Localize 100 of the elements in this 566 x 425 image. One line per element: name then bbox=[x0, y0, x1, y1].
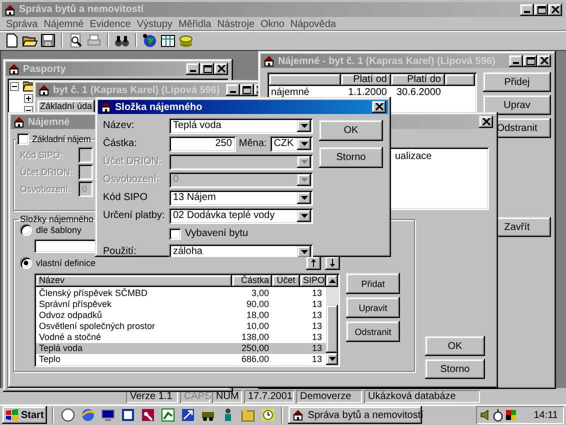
table-cell[interactable]: Členský příspěvek SČMBD bbox=[36, 288, 232, 299]
dropdown-button[interactable] bbox=[297, 210, 311, 222]
minimize-button[interactable] bbox=[520, 4, 534, 16]
button[interactable]: Storno bbox=[425, 359, 485, 379]
maximize-button[interactable] bbox=[200, 63, 214, 75]
button[interactable]: Přidej bbox=[483, 72, 551, 92]
dropdown-field[interactable]: Teplá voda bbox=[169, 118, 313, 134]
radio-button[interactable] bbox=[20, 257, 32, 269]
menu-item[interactable]: Měřidla bbox=[175, 18, 214, 30]
button[interactable]: Storno bbox=[319, 147, 383, 168]
menu-item[interactable]: Nájemné bbox=[40, 18, 87, 30]
collapse-icon[interactable] bbox=[10, 82, 19, 90]
table-cell[interactable]: 13 bbox=[300, 343, 326, 354]
table-icon[interactable] bbox=[160, 32, 176, 48]
dropdown-field[interactable]: 13 Nájem bbox=[169, 190, 313, 206]
button[interactable]: OK bbox=[319, 120, 383, 141]
minimize-button[interactable] bbox=[186, 63, 200, 75]
menu-item[interactable]: Správa bbox=[3, 18, 41, 30]
document-icon[interactable] bbox=[120, 407, 136, 423]
print-preview-icon[interactable] bbox=[68, 32, 84, 48]
scroll-thumb[interactable] bbox=[326, 305, 338, 353]
close-button[interactable] bbox=[548, 4, 562, 16]
chart-icon[interactable] bbox=[160, 407, 176, 423]
folder-icon[interactable] bbox=[240, 407, 256, 423]
arrows-icon[interactable] bbox=[180, 407, 196, 423]
close-button[interactable] bbox=[537, 55, 551, 67]
menu-item[interactable]: Evidence bbox=[86, 18, 134, 30]
move-down-button[interactable] bbox=[325, 256, 340, 270]
column-header[interactable] bbox=[445, 74, 475, 86]
maximize-button[interactable] bbox=[240, 84, 254, 96]
minimize-button[interactable] bbox=[226, 84, 240, 96]
dropdown-field[interactable]: CZK bbox=[270, 136, 313, 152]
close-button[interactable] bbox=[214, 63, 228, 75]
dropdown-field[interactable]: 02 Dodávka teplé vody bbox=[169, 208, 313, 224]
maximize-button[interactable] bbox=[523, 55, 537, 67]
compass-icon[interactable] bbox=[60, 407, 76, 423]
table-cell[interactable]: 18,00 bbox=[232, 310, 272, 321]
table-cell[interactable]: 13 bbox=[300, 332, 326, 343]
checkbox[interactable] bbox=[17, 133, 29, 145]
table-cell[interactable]: 13 bbox=[300, 321, 326, 332]
maximize-button[interactable] bbox=[534, 4, 548, 16]
scrollbar[interactable] bbox=[326, 275, 338, 365]
column-header[interactable]: Platí od bbox=[341, 74, 391, 86]
table-cell[interactable]: Správní příspěvek bbox=[36, 299, 232, 310]
table-cell[interactable]: 250,00 bbox=[232, 343, 272, 354]
button[interactable]: Upravit bbox=[346, 297, 400, 318]
button[interactable]: OK bbox=[425, 336, 485, 356]
menu-item[interactable]: Výstupy bbox=[134, 18, 176, 30]
checkbox-label[interactable]: Základní nájem bbox=[32, 134, 91, 144]
move-up-button[interactable] bbox=[306, 256, 321, 270]
menu-item[interactable]: Nápověda bbox=[287, 18, 339, 30]
cylinder-icon[interactable] bbox=[178, 32, 194, 48]
column-header[interactable] bbox=[269, 74, 341, 86]
amount-field[interactable]: 250 bbox=[169, 136, 236, 152]
new-file-icon[interactable] bbox=[4, 32, 20, 48]
column-header[interactable]: SIPO bbox=[300, 275, 326, 287]
dropdown-button[interactable] bbox=[297, 192, 311, 204]
table-cell[interactable]: 10,00 bbox=[232, 321, 272, 332]
table-cell[interactable]: Teplo bbox=[36, 354, 232, 365]
table-cell[interactable]: Osvětlení společných prostor bbox=[36, 321, 232, 332]
close-button[interactable] bbox=[372, 101, 386, 113]
dropdown-field[interactable]: záloha bbox=[169, 244, 313, 257]
checkbox[interactable] bbox=[169, 228, 181, 240]
table-cell[interactable]: 13 bbox=[300, 288, 326, 299]
menu-item[interactable]: Nástroje bbox=[214, 18, 258, 30]
table-cell[interactable]: 686,00 bbox=[232, 354, 272, 365]
table-cell[interactable]: 90,00 bbox=[232, 299, 272, 310]
dropdown-button[interactable] bbox=[297, 120, 311, 132]
key-icon[interactable] bbox=[140, 407, 156, 423]
column-header[interactable]: Platí do bbox=[391, 74, 445, 86]
button[interactable]: Přidat bbox=[346, 273, 400, 294]
radio-button[interactable] bbox=[20, 224, 32, 236]
radio-label[interactable]: vlastní definice bbox=[36, 258, 96, 268]
table-cell[interactable]: 138,00 bbox=[232, 332, 272, 343]
table-cell[interactable]: Teplá voda bbox=[36, 343, 232, 354]
dropdown-button[interactable] bbox=[297, 138, 311, 150]
globe-icon[interactable] bbox=[142, 32, 158, 48]
table-cell[interactable]: Odvoz odpadků bbox=[36, 310, 232, 321]
table-cell[interactable]: 13 bbox=[300, 299, 326, 310]
column-header[interactable]: Název bbox=[36, 275, 232, 287]
close-button[interactable] bbox=[479, 116, 493, 128]
radio-label[interactable]: dle šablony bbox=[36, 225, 82, 235]
column-header[interactable]: Účet bbox=[272, 275, 300, 287]
column-header[interactable]: Částka bbox=[232, 275, 272, 287]
table-cell[interactable]: 13 bbox=[300, 354, 326, 365]
monitor-icon[interactable] bbox=[100, 407, 116, 423]
expand-icon[interactable] bbox=[24, 94, 33, 102]
table-cell[interactable]: 13 bbox=[300, 310, 326, 321]
print-icon[interactable] bbox=[86, 32, 102, 48]
minimize-button[interactable] bbox=[509, 55, 523, 67]
checkbox-label[interactable]: Vybavení bytu bbox=[185, 228, 248, 239]
clock-icon[interactable] bbox=[260, 407, 276, 423]
button[interactable]: Uprav bbox=[483, 95, 551, 115]
menu-item[interactable]: Okno bbox=[257, 18, 288, 30]
scroll-down-button[interactable] bbox=[326, 353, 338, 365]
table-cell[interactable]: Vodné a stočné bbox=[36, 332, 232, 343]
start-button[interactable]: Start bbox=[2, 406, 47, 424]
table-cell[interactable]: 3,00 bbox=[232, 288, 272, 299]
scroll-up-button[interactable] bbox=[326, 275, 338, 287]
save-icon[interactable] bbox=[40, 32, 56, 48]
